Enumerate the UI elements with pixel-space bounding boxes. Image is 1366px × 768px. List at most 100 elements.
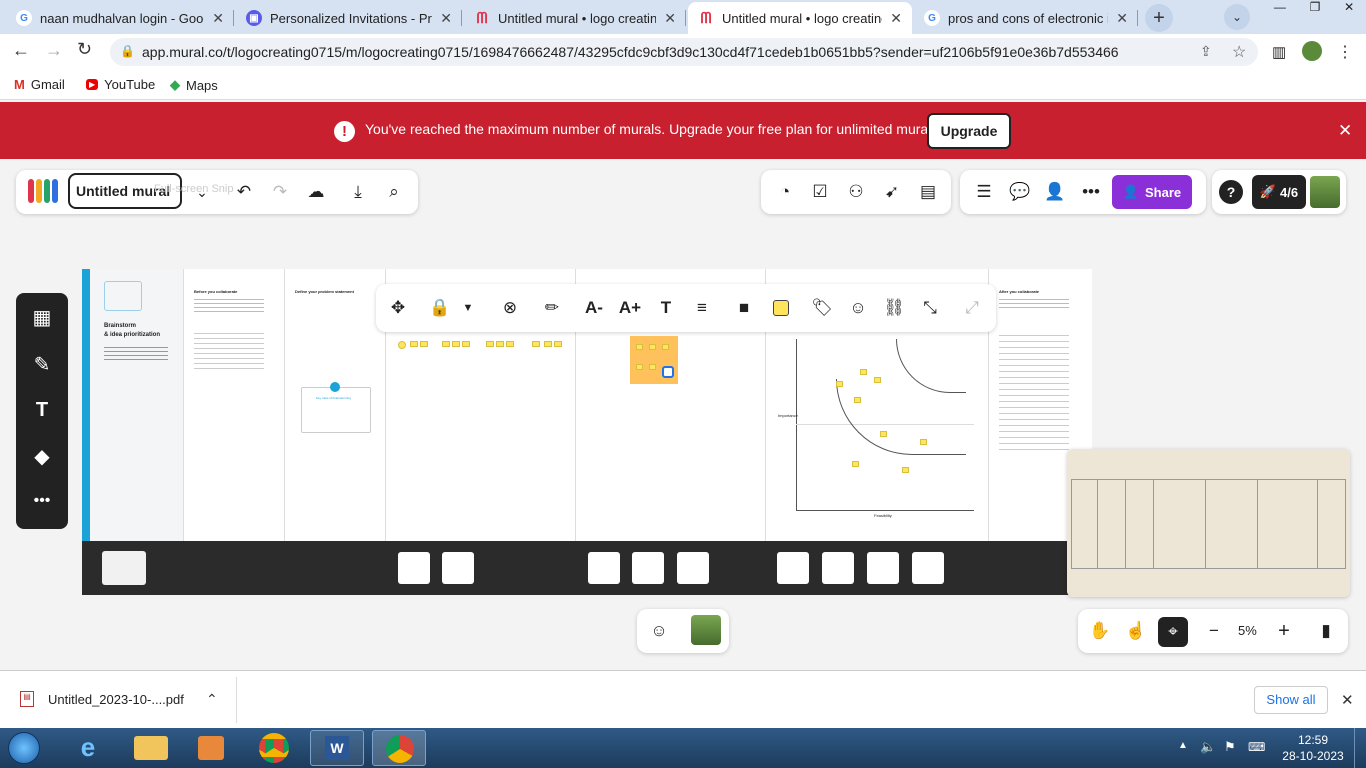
template-thumbnail[interactable]: [102, 551, 146, 585]
sticky-note[interactable]: [649, 344, 656, 350]
word-taskbar-button[interactable]: W: [310, 730, 364, 766]
sticky-note[interactable]: [636, 364, 643, 370]
hide-icon[interactable]: ⊗: [496, 294, 524, 322]
sticky-note[interactable]: [496, 341, 504, 347]
restore-icon[interactable]: ❐: [1310, 0, 1321, 20]
browser-tab-4[interactable]: ᗰ Untitled mural • logo creating ✕: [688, 2, 912, 34]
sticky-note[interactable]: [398, 341, 406, 349]
template-thumbnail[interactable]: [442, 552, 474, 584]
more-tools-icon[interactable]: •••: [28, 487, 56, 515]
sticky-note[interactable]: [902, 467, 909, 473]
download-icon[interactable]: ⤓: [344, 178, 372, 206]
sticky-note[interactable]: [462, 341, 470, 347]
zoom-in-icon[interactable]: +: [1270, 617, 1298, 645]
cloud-sync-icon[interactable]: ☁: [302, 178, 330, 206]
voting-icon[interactable]: ☑: [806, 178, 834, 206]
border-icon[interactable]: ■: [730, 294, 758, 322]
template-thumbnail[interactable]: [912, 552, 944, 584]
file-explorer-icon[interactable]: [134, 736, 168, 760]
bookmark-maps[interactable]: ◆ Maps: [170, 77, 218, 93]
show-all-button[interactable]: Show all: [1254, 686, 1328, 714]
user-avatar[interactable]: [1310, 176, 1340, 208]
template-thumbnail[interactable]: [677, 552, 709, 584]
close-tab-icon[interactable]: ✕: [664, 10, 676, 27]
close-window-icon[interactable]: ✕: [1344, 0, 1354, 20]
clock-date[interactable]: 28-10-2023: [1278, 749, 1348, 763]
template-thumbnail[interactable]: [398, 552, 430, 584]
sticky-note[interactable]: [554, 341, 562, 347]
browser-tab-1[interactable]: G naan mudhalvan login - Google ✕: [6, 2, 234, 34]
move-icon[interactable]: ✥: [384, 294, 412, 322]
timer-icon[interactable]: ◔: [771, 178, 799, 206]
reload-icon[interactable]: ↻: [77, 39, 92, 60]
share-page-icon[interactable]: ⇪: [1200, 43, 1212, 60]
close-banner-icon[interactable]: ✕: [1338, 121, 1352, 141]
start-button-icon[interactable]: [8, 732, 40, 764]
chrome-active-taskbar-button[interactable]: [372, 730, 426, 766]
template-thumbnail[interactable]: [867, 552, 899, 584]
sticky-note[interactable]: [420, 341, 428, 347]
search-icon[interactable]: ⌕: [380, 178, 408, 206]
media-player-icon[interactable]: [198, 736, 224, 760]
close-tab-icon[interactable]: ✕: [1116, 10, 1128, 27]
align-icon[interactable]: ≡: [688, 294, 716, 322]
forward-icon[interactable]: →: [45, 40, 63, 61]
keyboard-icon[interactable]: ⌨: [1248, 740, 1265, 754]
sticky-note[interactable]: [544, 341, 552, 347]
browser-tab-3[interactable]: ᗰ Untitled mural • logo creating ✕: [464, 2, 686, 34]
share-button[interactable]: 👤 Share: [1112, 175, 1192, 209]
sticky-note-icon[interactable]: ✎: [28, 350, 56, 378]
comment-icon[interactable]: 💬: [1006, 178, 1034, 206]
selection-handle[interactable]: [662, 366, 674, 378]
close-download-bar-icon[interactable]: ✕: [1341, 691, 1354, 709]
add-reaction-icon[interactable]: ☺: [844, 294, 872, 322]
shapes-icon[interactable]: ◆: [28, 442, 56, 470]
zoom-out-icon[interactable]: −: [1200, 617, 1228, 645]
template-thumbnail[interactable]: [588, 552, 620, 584]
text-format-icon[interactable]: T: [652, 294, 680, 322]
minimap[interactable]: [1067, 449, 1350, 597]
lock-dropdown-icon[interactable]: ▼: [454, 294, 482, 322]
sticky-note[interactable]: [452, 341, 460, 347]
mural-logo-icon[interactable]: [28, 179, 60, 205]
facilitator-avatar[interactable]: [691, 615, 721, 645]
sticky-note[interactable]: [506, 341, 514, 347]
bookmark-gmail[interactable]: M Gmail: [14, 77, 65, 92]
sticky-note[interactable]: [662, 344, 669, 350]
decrease-font-icon[interactable]: A-: [580, 294, 608, 322]
minimize-icon[interactable]: —: [1274, 0, 1286, 20]
template-thumbnail[interactable]: [632, 552, 664, 584]
chevron-up-icon[interactable]: ⌃: [206, 691, 218, 708]
chevron-down-icon[interactable]: ⌄: [188, 178, 216, 206]
summon-icon[interactable]: ➹: [878, 178, 906, 206]
sticky-note[interactable]: [836, 381, 843, 387]
undo-icon[interactable]: ↶: [230, 178, 258, 206]
profile-avatar[interactable]: [1302, 41, 1322, 61]
hand-icon[interactable]: ✋: [1086, 617, 1114, 645]
sticky-note[interactable]: [636, 344, 643, 350]
template-thumbnail[interactable]: [777, 552, 809, 584]
chrome-taskbar-icon[interactable]: [259, 733, 289, 763]
sticky-note[interactable]: [874, 377, 881, 383]
sticky-note[interactable]: [442, 341, 450, 347]
close-tab-icon[interactable]: ✕: [212, 10, 224, 27]
tag-icon[interactable]: 🏷: [808, 294, 836, 322]
browser-tab-2[interactable]: ▣ Personalized Invitations - Prese ✕: [236, 2, 462, 34]
increase-font-icon[interactable]: A+: [616, 294, 644, 322]
download-file-name[interactable]: Untitled_2023-10-....pdf: [48, 692, 184, 707]
template-thumbnail[interactable]: [822, 552, 854, 584]
more-options-icon[interactable]: •••: [1077, 178, 1105, 206]
bookmark-star-icon[interactable]: ☆: [1232, 42, 1246, 62]
zoom-level[interactable]: 5%: [1238, 623, 1257, 638]
network-icon[interactable]: ⚑: [1224, 739, 1236, 755]
templates-icon[interactable]: ▦: [28, 303, 56, 331]
sticky-note[interactable]: [860, 369, 867, 375]
pen-icon[interactable]: ✏: [538, 294, 566, 322]
internet-explorer-icon[interactable]: e: [68, 732, 108, 764]
sticky-note[interactable]: [854, 397, 861, 403]
fill-color-icon[interactable]: [773, 300, 789, 316]
text-icon[interactable]: T: [28, 396, 56, 424]
link-icon[interactable]: ⛓: [880, 294, 908, 322]
sticky-note[interactable]: [649, 364, 656, 370]
emoji-icon[interactable]: ☺: [645, 617, 673, 645]
